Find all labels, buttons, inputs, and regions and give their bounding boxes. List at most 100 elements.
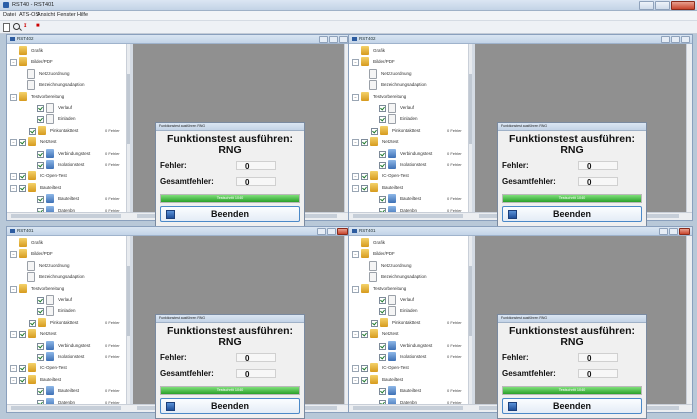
menu-fenster[interactable]: Fenster <box>57 12 76 18</box>
checkbox[interactable] <box>19 376 26 384</box>
panel-maximize-icon[interactable] <box>327 228 336 235</box>
tree-item[interactable]: Verbindungstest 0 Fehler <box>7 340 126 351</box>
tree-item[interactable]: Datenbn 0 Fehler <box>349 397 468 404</box>
checkbox[interactable] <box>361 376 368 384</box>
tree-item[interactable]: − Bauteiltest <box>349 374 468 385</box>
expand-icon[interactable]: − <box>352 376 359 384</box>
expand-icon[interactable]: − <box>10 285 17 293</box>
tree-item[interactable]: Grafik <box>7 237 126 248</box>
expand-icon[interactable]: − <box>10 365 17 373</box>
expand-icon[interactable]: − <box>352 331 359 339</box>
expand-icon[interactable]: − <box>10 251 17 259</box>
tree-item[interactable]: − Bilder/PDF <box>349 56 468 67</box>
scroll-thumb[interactable] <box>353 406 463 410</box>
tree-item[interactable]: Grafik <box>349 237 468 248</box>
checkbox[interactable] <box>19 139 26 147</box>
menu-hilfe[interactable]: Hilfe <box>77 12 88 18</box>
tree-item[interactable]: Bezeichnungsadaption <box>349 79 468 91</box>
tree-item[interactable]: − IC-Open-Test <box>7 362 126 373</box>
checkbox[interactable] <box>379 196 386 204</box>
checkbox[interactable] <box>19 331 26 339</box>
stop-test-icon[interactable]: ■ <box>36 23 44 31</box>
tree-item[interactable]: Verlauf <box>349 102 468 113</box>
checkbox[interactable] <box>379 342 386 350</box>
checkbox[interactable] <box>379 388 386 396</box>
checkbox[interactable] <box>379 162 386 169</box>
checkbox[interactable] <box>379 105 386 112</box>
panel-minimize-icon[interactable] <box>659 228 668 235</box>
tree-item[interactable]: Einladen <box>349 305 468 317</box>
tree-item[interactable]: − Netztest <box>349 136 468 147</box>
panel-close-icon[interactable] <box>681 36 690 43</box>
scroll-thumb[interactable] <box>353 214 463 218</box>
tree-item[interactable]: − IC-Open-Test <box>7 170 126 181</box>
close-icon[interactable] <box>671 1 695 10</box>
tree-item[interactable]: − Netztest <box>7 136 126 147</box>
checkbox[interactable] <box>379 116 386 124</box>
tree-item[interactable]: Verlauf <box>7 294 126 305</box>
checkbox[interactable] <box>37 196 44 204</box>
checkbox[interactable] <box>379 354 386 361</box>
tree-item[interactable]: Pinkontakttest 0 Fehler <box>7 125 126 136</box>
tree-item[interactable]: Grafik <box>7 45 126 56</box>
search-icon[interactable] <box>13 23 20 30</box>
run-test-icon[interactable]: ɪ <box>24 23 32 31</box>
tree-item[interactable]: Netzzuordnung <box>7 68 126 79</box>
expand-icon[interactable]: − <box>352 139 359 147</box>
tree-item[interactable]: − IC-Open-Test <box>349 362 468 373</box>
scroll-thumb[interactable] <box>11 214 121 218</box>
expand-icon[interactable]: − <box>352 251 359 259</box>
panel-close-icon[interactable] <box>679 228 690 235</box>
checkbox[interactable] <box>29 127 36 135</box>
checkbox[interactable] <box>19 173 26 181</box>
tree-item[interactable]: Datenbn 0 Fehler <box>7 205 126 212</box>
expand-icon[interactable]: − <box>352 184 359 192</box>
vertical-scrollbar[interactable] <box>686 236 692 404</box>
tree-item[interactable]: Einladen <box>349 113 468 125</box>
tree-item[interactable]: Verbindungstest 0 Fehler <box>7 148 126 159</box>
checkbox[interactable] <box>379 150 386 158</box>
tree-item[interactable]: Bezeichnungsadaption <box>7 271 126 283</box>
tree-item[interactable]: Bauteiltest 0 Fehler <box>349 193 468 204</box>
expand-icon[interactable]: − <box>10 139 17 147</box>
finish-button[interactable]: Beenden <box>502 206 642 222</box>
tree-item[interactable]: Bezeichnungsadaption <box>349 271 468 283</box>
checkbox[interactable] <box>37 388 44 396</box>
tree-item[interactable]: Bezeichnungsadaption <box>7 79 126 91</box>
tree-item[interactable]: − Testvorbereitung <box>7 91 126 102</box>
checkbox[interactable] <box>37 297 44 304</box>
tree-item[interactable]: − Bauteiltest <box>7 182 126 193</box>
menu-ansicht[interactable]: Ansicht <box>37 12 55 18</box>
tree-item[interactable]: − IC-Open-Test <box>349 170 468 181</box>
tree-item[interactable]: Isolationstest 0 Fehler <box>349 351 468 362</box>
tree-item[interactable]: − Bilder/PDF <box>7 248 126 259</box>
tree-item[interactable]: − Bilder/PDF <box>349 248 468 259</box>
tree-item[interactable]: Bauteiltest 0 Fehler <box>7 385 126 396</box>
tree-item[interactable]: Verbindungstest 0 Fehler <box>349 148 468 159</box>
tree-item[interactable]: Datenbn 0 Fehler <box>7 397 126 404</box>
expand-icon[interactable]: − <box>10 184 17 192</box>
tree-item[interactable]: Bauteiltest 0 Fehler <box>7 193 126 204</box>
expand-icon[interactable]: − <box>352 93 359 101</box>
expand-icon[interactable]: − <box>352 59 359 67</box>
expand-icon[interactable]: − <box>352 173 359 181</box>
tree-item[interactable]: Einladen <box>7 113 126 125</box>
tree-item[interactable]: − Testvorbereitung <box>349 91 468 102</box>
tree-item[interactable]: − Testvorbereitung <box>7 283 126 294</box>
vertical-scrollbar[interactable] <box>686 44 692 212</box>
expand-icon[interactable]: − <box>10 376 17 384</box>
panel-minimize-icon[interactable] <box>661 36 670 43</box>
panel-close-icon[interactable] <box>339 36 348 43</box>
checkbox[interactable] <box>361 184 368 192</box>
tree-item[interactable]: Grafik <box>349 45 468 56</box>
expand-icon[interactable]: − <box>10 93 17 101</box>
finish-button[interactable]: Beenden <box>160 206 300 222</box>
panel-maximize-icon[interactable] <box>671 36 680 43</box>
checkbox[interactable] <box>361 173 368 181</box>
tree-item[interactable]: Isolationstest 0 Fehler <box>7 351 126 362</box>
tree-item[interactable]: Netzzuordnung <box>7 260 126 271</box>
expand-icon[interactable]: − <box>352 365 359 373</box>
tree-item[interactable]: Verbindungstest 0 Fehler <box>349 340 468 351</box>
checkbox[interactable] <box>379 308 386 316</box>
tree-item[interactable]: − Netztest <box>7 328 126 339</box>
